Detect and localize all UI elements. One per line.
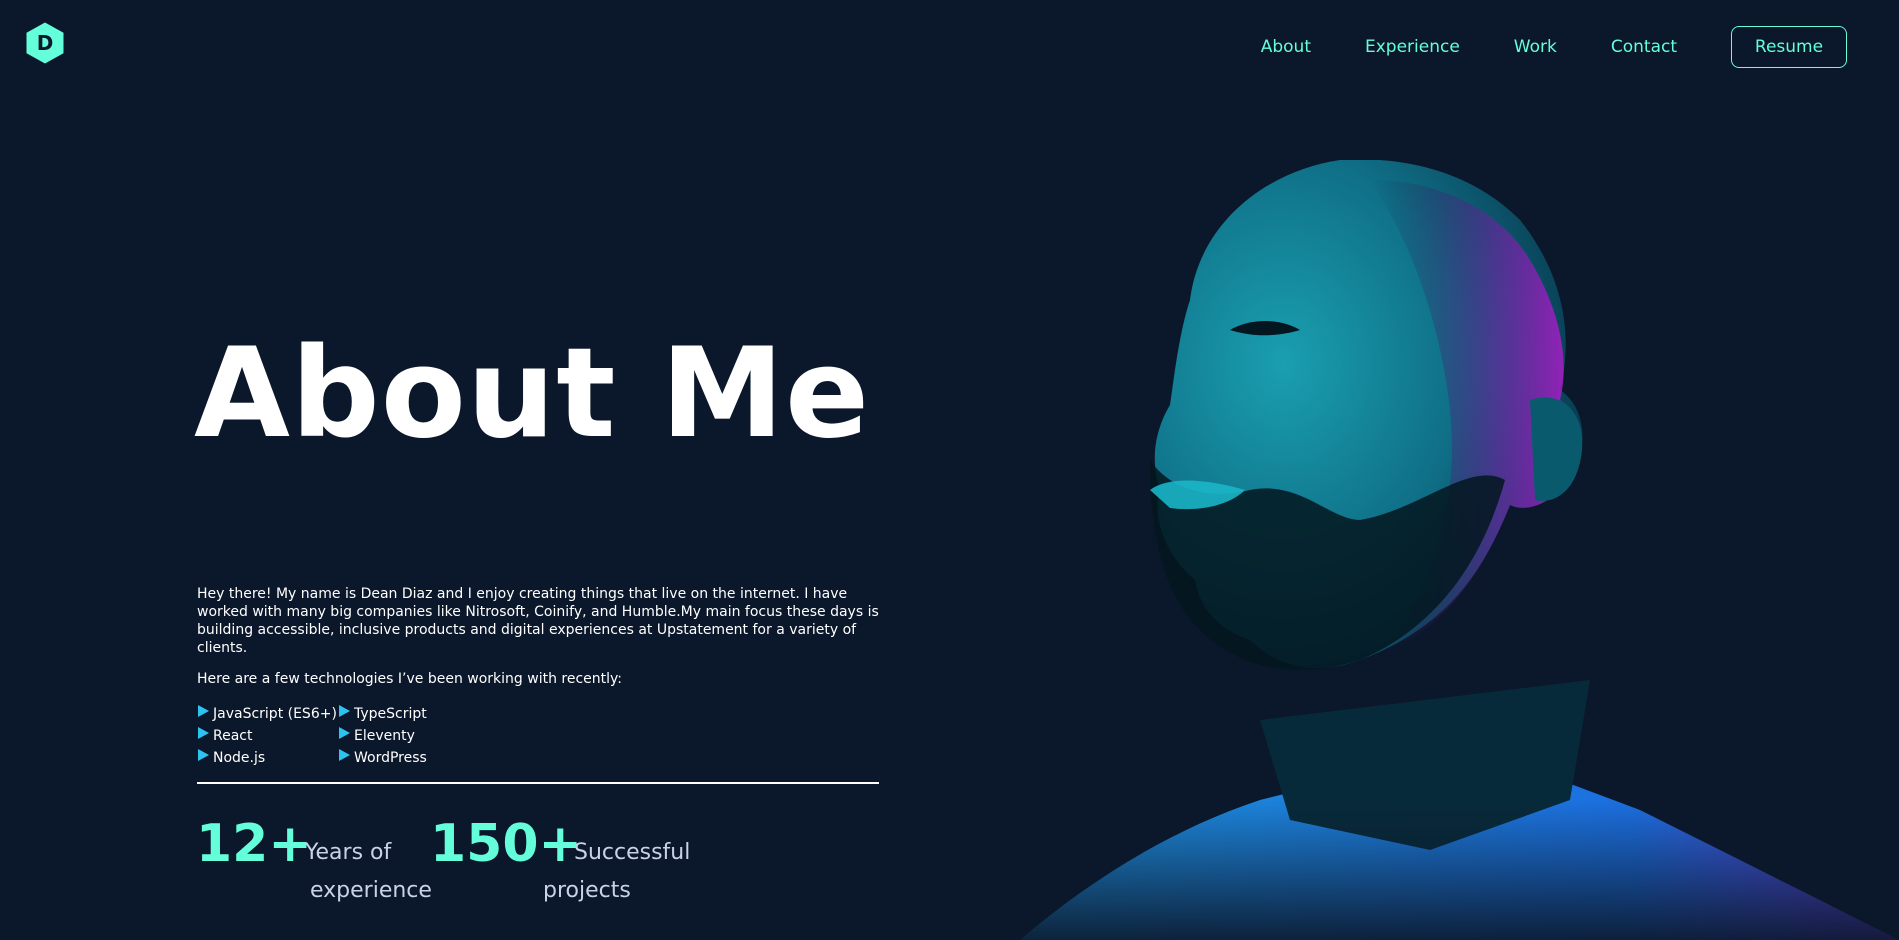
triangle-bullet-icon [198, 727, 209, 739]
nav-link-about[interactable]: About [1261, 37, 1311, 57]
tech-list-item: Eleventy [339, 727, 459, 745]
tech-label: JavaScript (ES6+) [213, 706, 337, 722]
tech-label: React [213, 728, 253, 744]
tech-label: TypeScript [354, 706, 427, 722]
stat-projects-number: 150+ [430, 814, 583, 874]
triangle-bullet-icon [339, 705, 350, 717]
tech-list-item: TypeScript [339, 705, 459, 723]
triangle-bullet-icon [198, 749, 209, 761]
technologies-list: JavaScript (ES6+) TypeScript React Eleve… [198, 705, 459, 767]
section-divider [197, 782, 879, 784]
tech-list-item: React [198, 727, 339, 745]
intro-paragraph: Hey there! My name is Dean Diaz and I en… [197, 586, 879, 656]
page-title: About Me [194, 322, 871, 466]
tech-list-item: Node.js [198, 749, 339, 767]
top-navigation: About Experience Work Contact Resume [1261, 26, 1847, 68]
resume-button[interactable]: Resume [1731, 26, 1847, 68]
stat-projects-label-line2: projects [543, 878, 631, 903]
nav-link-work[interactable]: Work [1514, 37, 1557, 57]
nav-link-experience[interactable]: Experience [1365, 37, 1460, 57]
triangle-bullet-icon [198, 705, 209, 717]
tech-list-item: WordPress [339, 749, 459, 767]
portrait-photo [1000, 160, 1899, 940]
tech-label: Eleventy [354, 728, 415, 744]
tech-list-item: JavaScript (ES6+) [198, 705, 339, 723]
bottom-fade [1000, 160, 1899, 940]
nav-link-contact[interactable]: Contact [1611, 37, 1677, 57]
stat-projects-label-line1: Successful [574, 840, 691, 865]
triangle-bullet-icon [339, 749, 350, 761]
stat-years-label-line2: experience [310, 878, 432, 903]
tech-label: Node.js [213, 750, 266, 766]
technologies-lead: Here are a few technologies I’ve been wo… [197, 671, 623, 687]
triangle-bullet-icon [339, 727, 350, 739]
stat-years-number: 12+ [196, 814, 312, 874]
stat-years-label-line1: Years of [305, 840, 392, 865]
logo-letter: D [36, 31, 54, 55]
tech-label: WordPress [354, 750, 427, 766]
logo[interactable]: D [26, 22, 64, 64]
